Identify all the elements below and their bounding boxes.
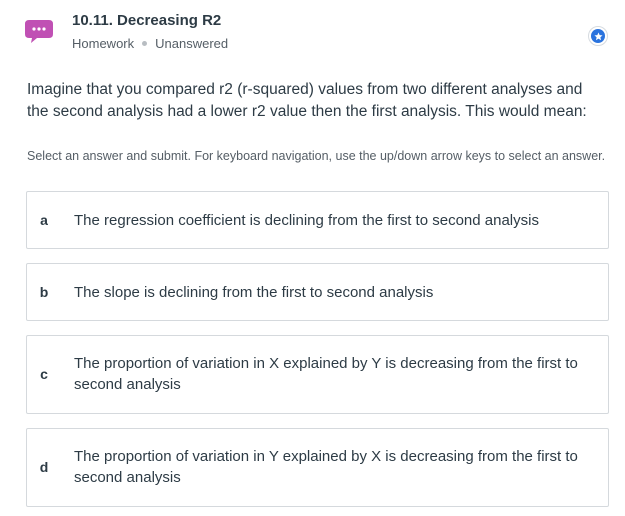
separator-dot xyxy=(142,41,148,46)
question-meta: Homework Unanswered xyxy=(72,36,228,51)
answer-choice-b[interactable]: b The slope is declining from the first … xyxy=(26,263,609,321)
status-label: Unanswered xyxy=(155,36,229,51)
chat-bubble-icon xyxy=(25,20,53,43)
answer-choice-c[interactable]: c The proportion of variation in X expla… xyxy=(26,335,609,414)
choice-letter: a xyxy=(40,212,48,228)
answer-instructions: Select an answer and submit. For keyboar… xyxy=(27,149,606,163)
choice-text: The proportion of variation in X explain… xyxy=(74,355,578,393)
question-text: Imagine that you compared r2 (r-squared)… xyxy=(27,81,587,120)
choice-text: The regression coefficient is declining … xyxy=(74,212,539,229)
choice-text: The proportion of variation in Y explain… xyxy=(74,448,578,486)
choice-text: The slope is declining from the first to… xyxy=(74,284,434,301)
page-title: 10.11. Decreasing R2 xyxy=(72,12,222,29)
choice-letter: d xyxy=(39,459,49,475)
choice-letter: b xyxy=(39,284,49,300)
answer-choice-d[interactable]: d The proportion of variation in Y expla… xyxy=(26,428,609,507)
category-label: Homework xyxy=(72,36,135,51)
bookmark-button[interactable] xyxy=(588,26,608,46)
answer-choice-a[interactable]: a The regression coefficient is declinin… xyxy=(26,191,609,249)
question-header: 10.11. Decreasing R2 Homework Unanswered xyxy=(0,0,625,70)
choice-letter: c xyxy=(40,366,48,382)
star-icon xyxy=(591,29,605,43)
